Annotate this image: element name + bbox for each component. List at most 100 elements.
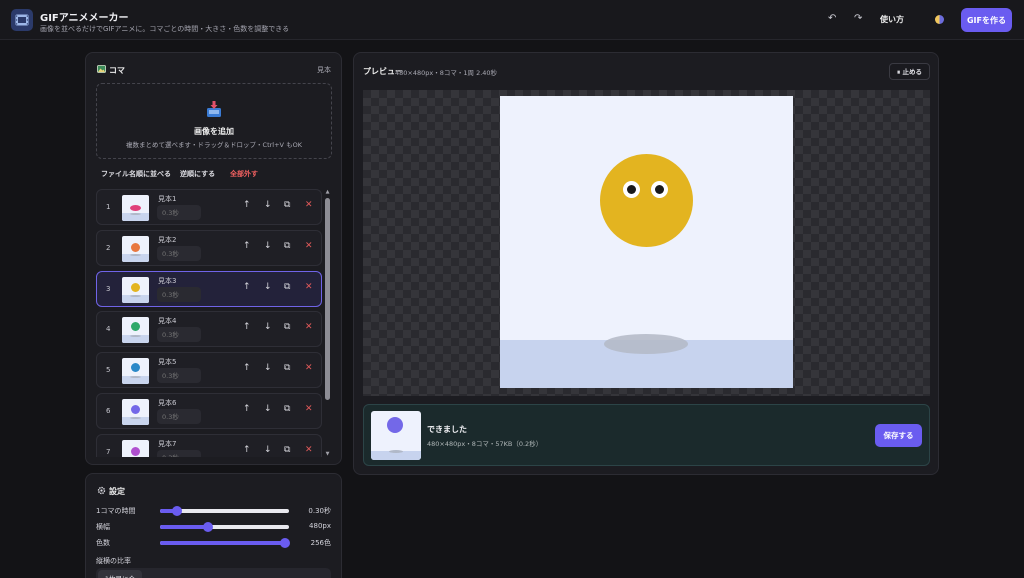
frame-duration-input[interactable]: [157, 205, 201, 220]
move-up-button[interactable]: ↑: [243, 446, 251, 455]
frame-thumbnail: [122, 399, 149, 425]
preview-panel: プレビュー 480×480px・8コマ・1周 2.40秒 ⏸ 止める できました…: [353, 52, 939, 475]
stop-button[interactable]: ⏸ 止める: [889, 63, 930, 80]
app-header: GIFアニメメーカー 画像を並べるだけでGIFアニメに。コマごとの時間・大きさ・…: [0, 0, 1024, 40]
frame-thumbnail: [122, 277, 149, 303]
move-down-button[interactable]: ↓: [264, 323, 272, 332]
duplicate-button[interactable]: ⧉: [284, 283, 290, 292]
aspect-ratio-selector: 1枚目に合: [96, 568, 331, 578]
color-count-value: 256色: [310, 539, 331, 547]
color-count-label: 色数: [96, 539, 110, 547]
frame-duration-input[interactable]: [157, 368, 201, 383]
remove-all-button[interactable]: 全部外す: [230, 169, 258, 179]
frame-name: 見本3: [158, 277, 177, 285]
preview-canvas: [500, 96, 793, 388]
delete-button[interactable]: ✕: [305, 323, 313, 332]
frame-thumbnail: [122, 236, 149, 262]
frame-list-scrollbar[interactable]: ▲ ▼: [324, 189, 331, 457]
frame-thumbnail: [122, 195, 149, 221]
move-up-button[interactable]: ↑: [243, 364, 251, 373]
frame-number: 1: [106, 203, 111, 211]
settings-panel: 設定 1コマの時間 0.30秒横幅 480px 色数 256色 縦横の比率 1枚目に合: [85, 473, 342, 578]
frame-ball: [131, 322, 140, 331]
scroll-thumb[interactable]: [325, 198, 330, 400]
frame-number: 4: [106, 325, 111, 333]
save-button[interactable]: 保存する: [875, 424, 922, 447]
move-down-button[interactable]: ↓: [264, 446, 272, 455]
frame-time-value: 0.30秒: [308, 507, 331, 515]
frame-thumbnail: [122, 440, 149, 457]
width-slider[interactable]: [160, 522, 289, 532]
slider-knob[interactable]: [202, 522, 213, 532]
move-down-button[interactable]: ↓: [264, 201, 272, 210]
move-down-button[interactable]: ↓: [264, 405, 272, 414]
move-up-button[interactable]: ↑: [243, 201, 251, 210]
move-up-button[interactable]: ↑: [243, 242, 251, 251]
frame-row[interactable]: 5 見本5 ↑ ↓ ⧉ ✕: [96, 352, 322, 388]
delete-button[interactable]: ✕: [305, 283, 313, 292]
delete-button[interactable]: ✕: [305, 242, 313, 251]
frame-ball: [131, 447, 140, 456]
frame-row[interactable]: 3 見本3 ↑ ↓ ⧉ ✕: [96, 271, 322, 307]
app-subtitle: 画像を並べるだけでGIFアニメに。コマごとの時間・大きさ・色数を調整できる: [40, 25, 290, 33]
help-button[interactable]: 使い方: [880, 14, 904, 25]
delete-button[interactable]: ✕: [305, 364, 313, 373]
reverse-order-button[interactable]: 逆順にする: [180, 169, 215, 179]
frame-name: 見本7: [158, 440, 177, 448]
frame-duration-input[interactable]: [157, 409, 201, 424]
frame-row[interactable]: 7 見本7 ↑ ↓ ⧉ ✕: [96, 434, 322, 457]
frame-ball: [131, 283, 140, 292]
slider-knob[interactable]: [171, 506, 182, 516]
frame-duration-input[interactable]: [157, 450, 201, 457]
delete-button[interactable]: ✕: [305, 405, 313, 414]
duplicate-button[interactable]: ⧉: [284, 242, 290, 251]
frames-title: コマ: [109, 66, 125, 75]
slider-knob[interactable]: [280, 538, 291, 548]
frame-time-slider[interactable]: [160, 506, 289, 516]
duplicate-button[interactable]: ⧉: [284, 323, 290, 332]
frame-duration-input[interactable]: [157, 327, 201, 342]
move-down-button[interactable]: ↓: [264, 364, 272, 373]
delete-button[interactable]: ✕: [305, 446, 313, 455]
frame-row[interactable]: 4 見本4 ↑ ↓ ⧉ ✕: [96, 311, 322, 347]
theme-toggle-icon[interactable]: [935, 15, 944, 24]
frame-number: 5: [106, 366, 111, 374]
frame-row[interactable]: 6 見本6 ↑ ↓ ⧉ ✕: [96, 393, 322, 429]
make-gif-button[interactable]: GIFを作る: [961, 8, 1012, 32]
frame-name: 見本5: [158, 358, 177, 366]
sort-by-filename-button[interactable]: ファイル名順に並べる: [101, 169, 171, 179]
frames-panel: コマ 見本 画像を追加 複数まとめて選べます・ドラッグ＆ドロップ・Ctrl+V …: [85, 52, 342, 465]
scroll-up-icon[interactable]: ▲: [324, 189, 331, 195]
frame-thumbnail: [122, 358, 149, 384]
frame-duration-input[interactable]: [157, 246, 201, 261]
settings-title: 設定: [109, 487, 125, 496]
duplicate-button[interactable]: ⧉: [284, 405, 290, 414]
scroll-down-icon[interactable]: ▼: [324, 451, 331, 457]
smiley-face: [600, 154, 693, 247]
redo-button[interactable]: ↷: [854, 13, 862, 24]
left-eye: [623, 181, 640, 198]
move-up-button[interactable]: ↑: [243, 283, 251, 292]
duplicate-button[interactable]: ⧉: [284, 364, 290, 373]
result-card: できました 480×480px・8コマ・57KB（0.2秒） 保存する: [363, 404, 930, 466]
move-down-button[interactable]: ↓: [264, 242, 272, 251]
frame-duration-input[interactable]: [157, 287, 201, 302]
result-thumbnail: [371, 411, 421, 460]
ratio-option-first-image[interactable]: 1枚目に合: [98, 570, 142, 578]
delete-button[interactable]: ✕: [305, 201, 313, 210]
undo-button[interactable]: ↶: [828, 13, 836, 24]
move-up-button[interactable]: ↑: [243, 405, 251, 414]
frame-number: 2: [106, 244, 111, 252]
move-up-button[interactable]: ↑: [243, 323, 251, 332]
frame-row[interactable]: 2 見本2 ↑ ↓ ⧉ ✕: [96, 230, 322, 266]
dropzone-hint: 複数まとめて選べます・ドラッグ＆ドロップ・Ctrl+V もOK: [126, 141, 302, 149]
image-dropzone[interactable]: 画像を追加 複数まとめて選べます・ドラッグ＆ドロップ・Ctrl+V もOK: [96, 83, 332, 159]
right-eye: [651, 181, 668, 198]
frame-row[interactable]: 1 見本1 ↑ ↓ ⧉ ✕: [96, 189, 322, 225]
duplicate-button[interactable]: ⧉: [284, 446, 290, 455]
load-sample-button[interactable]: 見本: [317, 65, 331, 75]
duplicate-button[interactable]: ⧉: [284, 201, 290, 210]
color-count-slider[interactable]: [160, 538, 291, 548]
frame-number: 7: [106, 448, 111, 456]
move-down-button[interactable]: ↓: [264, 283, 272, 292]
